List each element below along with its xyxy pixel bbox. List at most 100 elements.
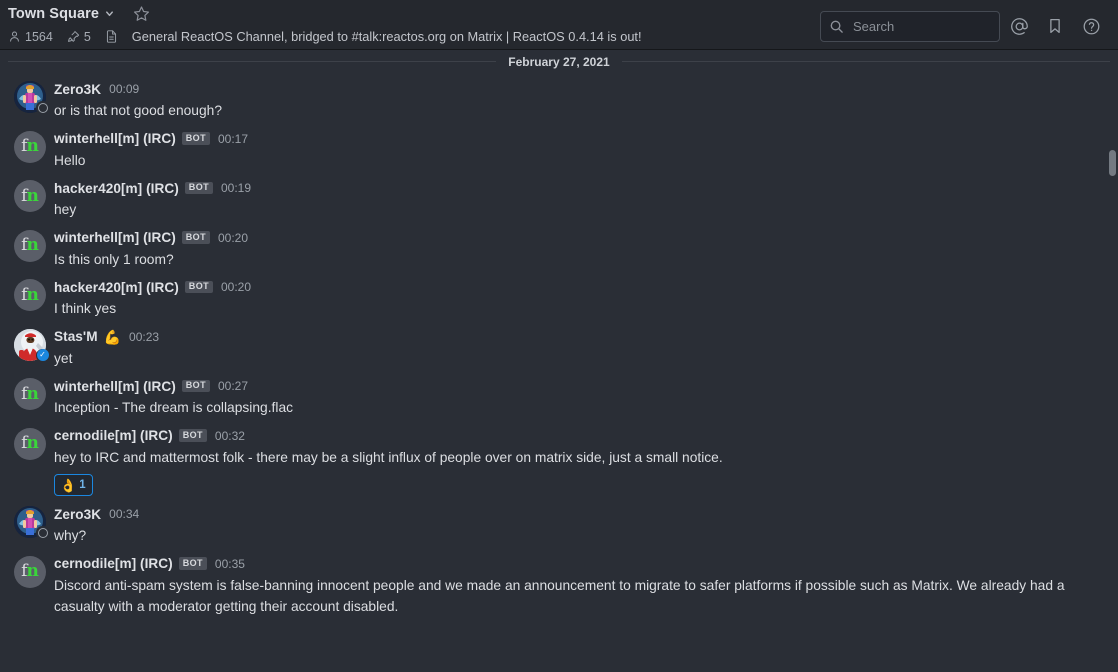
post-timestamp[interactable]: 00:23 <box>129 330 159 344</box>
post-username[interactable]: cernodile[m] (IRC) <box>54 556 173 571</box>
bookmark-flag-icon <box>1046 17 1064 35</box>
reaction-pill[interactable]: 👌 1 <box>54 474 93 496</box>
post-username[interactable]: hacker420[m] (IRC) <box>54 280 179 295</box>
post-username[interactable]: winterhell[m] (IRC) <box>54 379 176 394</box>
post-content: hacker420[m] (IRC) BOT 00:19 hey <box>52 178 1104 221</box>
avatar-image: fn <box>14 229 46 262</box>
scrollbar-thumb[interactable] <box>1109 150 1116 176</box>
post-message-text: why? <box>54 528 87 543</box>
date-separator: February 27, 2021 <box>8 50 1110 72</box>
pinned-posts[interactable]: 5 <box>67 30 91 44</box>
post-message-text: Is this only 1 room? <box>54 251 174 267</box>
post-list[interactable]: February 27, 2021 Zero3K 00:09 or is that … <box>0 50 1118 672</box>
avatar-letter-n: n <box>26 433 39 453</box>
avatar-letter-n: n <box>26 561 39 581</box>
post-header: Stas'M 💪 00:23 <box>54 327 1104 347</box>
post-username[interactable]: cernodile[m] (IRC) <box>54 428 173 443</box>
post-message-text: I think yes <box>54 301 117 316</box>
post-timestamp[interactable]: 00:19 <box>221 181 251 195</box>
recent-mentions-button[interactable] <box>1002 9 1036 43</box>
favorite-star-icon[interactable] <box>133 5 150 22</box>
post-username[interactable]: winterhell[m] (IRC) <box>54 131 176 146</box>
avatar[interactable]: fn <box>14 178 52 221</box>
help-button[interactable] <box>1074 9 1108 43</box>
post-list-scrollbar[interactable] <box>1108 50 1117 672</box>
status-indicator <box>36 101 49 114</box>
date-separator-line-left <box>8 61 497 62</box>
post-message-text: hey to IRC and mattermost folk - there m… <box>54 449 723 465</box>
channel-header-actions <box>820 9 1108 43</box>
status-offline-icon <box>37 102 48 113</box>
member-count-value: 1564 <box>25 29 53 44</box>
avatar-image: fn <box>14 180 46 212</box>
channel-title[interactable]: Town Square <box>8 6 99 22</box>
post-message-text: Discord anti-spam system is false-bannin… <box>54 577 1065 615</box>
avatar[interactable]: fn <box>14 228 52 271</box>
chevron-down-icon[interactable] <box>104 8 115 19</box>
post-timestamp[interactable]: 00:35 <box>215 557 245 571</box>
bot-badge: BOT <box>181 132 210 145</box>
avatar[interactable]: fn <box>14 277 52 320</box>
post[interactable]: ✓ Stas'M 💪 00:23 yet <box>0 320 1118 370</box>
post-timestamp[interactable]: 00:27 <box>218 379 248 393</box>
post[interactable]: Zero3K 00:09 or is that not good enough? <box>0 72 1118 122</box>
bot-badge: BOT <box>178 429 207 442</box>
post-timestamp[interactable]: 00:34 <box>109 507 139 521</box>
post[interactable]: Zero3K 00:34 why? <box>0 497 1118 547</box>
post-username[interactable]: winterhell[m] (IRC) <box>54 230 176 245</box>
post[interactable]: f n winterhell[m] (IRC) BOT 00:20 Is this onl… <box>0 221 1118 271</box>
post-header: winterhell[m] (IRC) BOT 00:27 <box>54 376 1104 396</box>
post-content: winterhell[m] (IRC) BOT 00:17 Hello <box>52 129 1104 172</box>
post-username[interactable]: Stas'M <box>54 329 98 344</box>
post-header: Zero3K 00:09 <box>54 79 1104 99</box>
post-timestamp[interactable]: 00:20 <box>221 280 251 294</box>
avatar[interactable] <box>14 504 52 547</box>
post-content: Zero3K 00:34 why? <box>52 504 1104 547</box>
mattermost-channel-view: Town Square 1564 5 General ReactOS Chann… <box>0 0 1118 672</box>
saved-posts-button[interactable] <box>1038 9 1072 43</box>
post-timestamp[interactable]: 00:32 <box>215 429 245 443</box>
members-icon <box>8 30 21 43</box>
post-timestamp[interactable]: 00:09 <box>109 82 139 96</box>
post-message-text: Hello <box>54 152 86 168</box>
avatar[interactable]: ✓ <box>14 327 52 370</box>
post-header: cernodile[m] (IRC) BOT 00:35 <box>54 554 1104 574</box>
channel-purpose[interactable]: General ReactOS Channel, bridged to #tal… <box>132 29 642 44</box>
post[interactable]: f n winterhell[m] (IRC) BOT 00:27 Inception -… <box>0 369 1118 419</box>
post[interactable]: f n winterhell[m] (IRC) BOT 00:17 Hello <box>0 122 1118 172</box>
verified-check-icon: ✓ <box>36 349 49 361</box>
date-separator-label: February 27, 2021 <box>508 54 610 69</box>
post-username[interactable]: Zero3K <box>54 82 101 97</box>
member-count[interactable]: 1564 <box>8 30 53 44</box>
post-username[interactable]: hacker420[m] (IRC) <box>54 181 179 196</box>
post[interactable]: f n cernodile[m] (IRC) BOT 00:35 Discord anti… <box>0 547 1118 618</box>
avatar-letter-n: n <box>26 383 39 404</box>
post-username[interactable]: Zero3K <box>54 507 101 522</box>
search-box[interactable] <box>820 10 1000 42</box>
avatar[interactable]: fn <box>14 426 52 498</box>
bot-badge: BOT <box>184 181 213 195</box>
post-timestamp[interactable]: 00:20 <box>218 231 248 245</box>
user-custom-status-emoji[interactable]: 💪 <box>104 330 121 344</box>
post[interactable]: f n hacker420[m] (IRC) BOT 00:19 hey <box>0 171 1118 221</box>
avatar[interactable]: fn <box>14 376 52 419</box>
post-header: hacker420[m] (IRC) BOT 00:19 <box>54 178 1104 198</box>
search-input[interactable] <box>853 18 983 34</box>
pin-icon <box>67 30 80 43</box>
pinned-count-value: 5 <box>83 29 91 44</box>
post[interactable]: f n cernodile[m] (IRC) BOT 00:32 hey to IRC a… <box>0 419 1118 498</box>
avatar-image: fn <box>14 378 46 410</box>
post-timestamp[interactable]: 00:17 <box>218 132 248 146</box>
post-content: winterhell[m] (IRC) BOT 00:27 Inception - T… <box>52 376 1104 419</box>
avatar[interactable]: fn <box>14 554 52 618</box>
post-header: winterhell[m] (IRC) BOT 00:20 <box>54 228 1104 248</box>
status-indicator: ✓ <box>36 348 49 362</box>
avatar[interactable]: fn <box>14 129 52 172</box>
channel-files-icon[interactable] <box>105 29 118 44</box>
posts-container: Zero3K 00:09 or is that not good enough? f n… <box>0 72 1118 618</box>
post-content: Zero3K 00:09 or is that not good enough? <box>52 79 1104 122</box>
post-content: Stas'M 💪 00:23 yet <box>52 327 1104 370</box>
post[interactable]: f n hacker420[m] (IRC) BOT 00:20 I think yes <box>0 270 1118 320</box>
post-reactions: 👌 1 <box>54 474 1104 496</box>
avatar[interactable] <box>14 79 52 122</box>
